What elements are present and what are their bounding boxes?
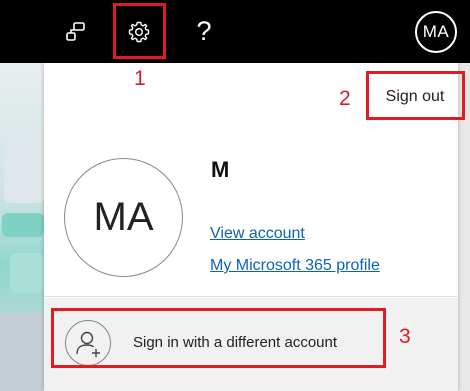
panel-divider xyxy=(44,296,458,297)
avatar-initials: MA xyxy=(422,22,450,41)
background-page-left xyxy=(0,63,44,391)
help-icon: ? xyxy=(196,16,212,46)
profile-avatar-initials: MA xyxy=(93,195,154,239)
my-profile-link[interactable]: My Microsoft 365 profile xyxy=(210,257,380,275)
org-chart-icon xyxy=(66,21,85,41)
screenshot-root: ? MA Sign out MA M View account My Micro… xyxy=(0,0,470,391)
top-bar: ? MA xyxy=(0,0,470,63)
user-display-name: M xyxy=(211,157,230,182)
profile-avatar: MA xyxy=(64,158,183,277)
callout-number-2: 2 xyxy=(339,87,351,110)
switch-account-highlight-box xyxy=(51,308,386,368)
callout-number-3: 3 xyxy=(399,325,411,348)
account-avatar-button[interactable]: MA xyxy=(415,11,457,53)
sign-out-highlight-box xyxy=(366,71,465,120)
view-account-link[interactable]: View account xyxy=(210,225,305,243)
help-button[interactable]: ? xyxy=(184,0,224,63)
settings-highlight-box xyxy=(113,3,166,59)
org-explorer-button[interactable] xyxy=(56,0,96,63)
callout-number-1: 1 xyxy=(134,67,146,90)
